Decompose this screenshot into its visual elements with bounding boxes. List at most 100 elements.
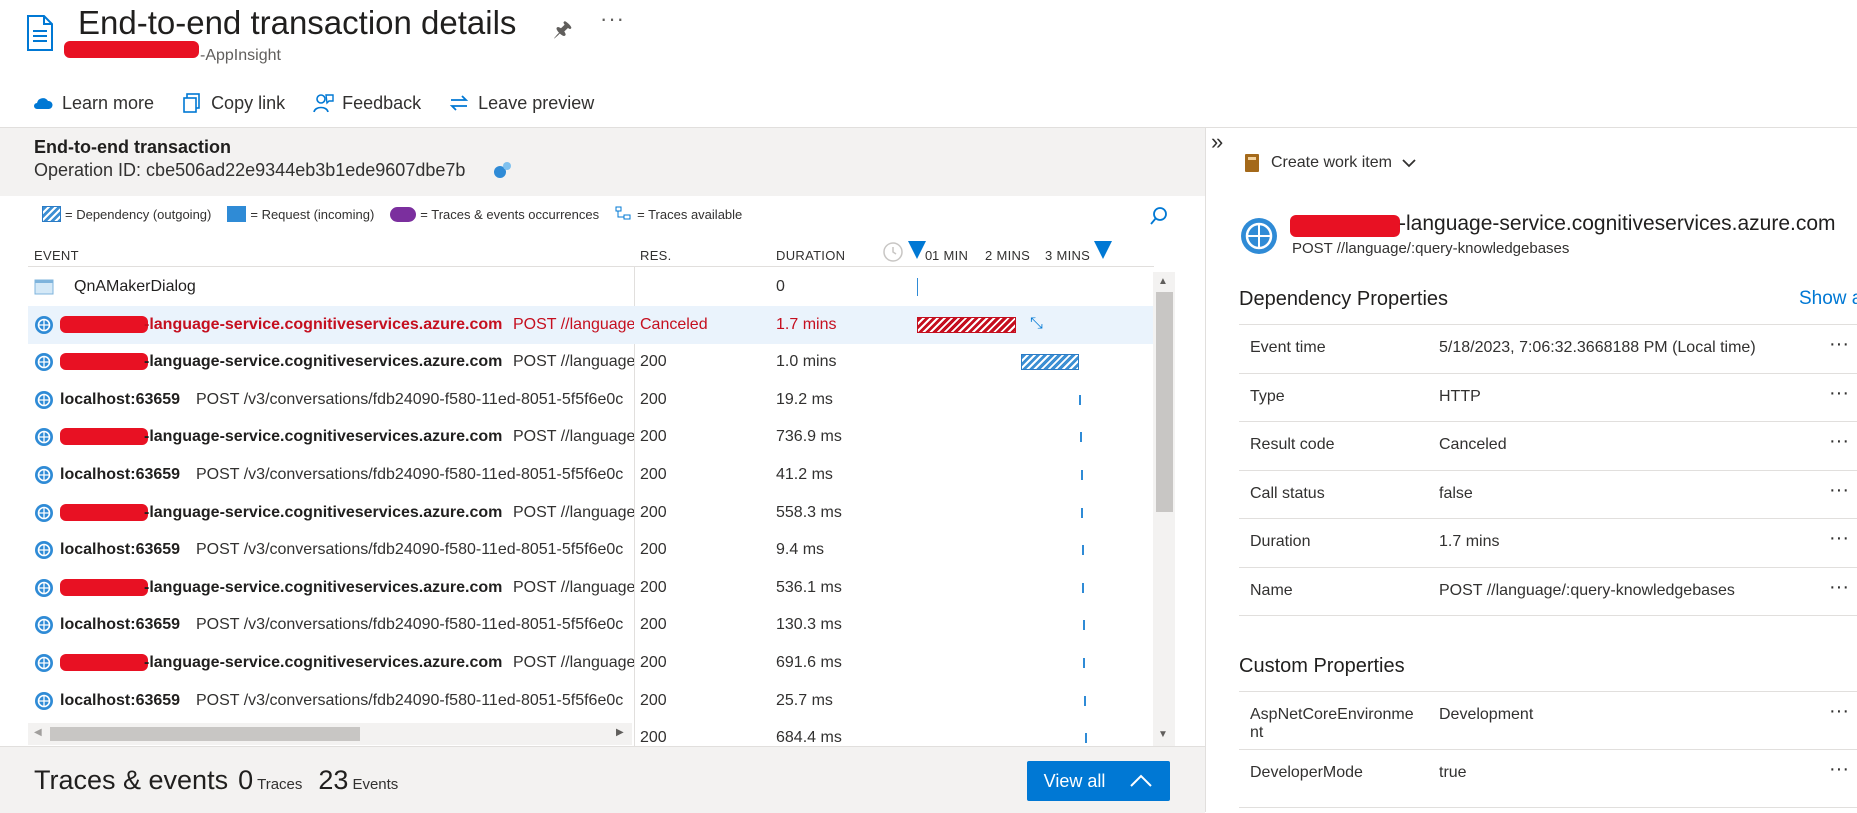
table-row[interactable]: localhost:63659 POST /v3/conversations/fd… <box>28 682 1154 720</box>
dependency-icon <box>35 353 53 371</box>
event-result: 200 <box>640 579 667 596</box>
vertical-scroll-thumb[interactable] <box>1156 292 1173 512</box>
legend-traces-label: = Traces & events occurrences <box>420 206 600 222</box>
table-row[interactable]: localhost:63659 POST /v3/conversations/fd… <box>28 381 1154 419</box>
document-icon <box>27 15 53 51</box>
legend-request-label: = Request (incoming) <box>250 206 375 222</box>
timeline-start-handle[interactable] <box>908 241 926 259</box>
timeline-bar[interactable] <box>917 278 918 296</box>
table-row[interactable]: -language-service.cognitiveservices.azur… <box>28 644 1154 682</box>
timeline-bar[interactable] <box>1080 432 1082 442</box>
app-map-icon[interactable] <box>492 160 512 180</box>
property-row: Type HTTP ··· <box>1239 374 1857 422</box>
property-label: Call status <box>1250 484 1325 502</box>
scroll-down-arrow[interactable]: ▼ <box>1158 729 1168 740</box>
legend-request: = Request (incoming) <box>227 206 374 222</box>
events-count: 23 <box>318 765 349 795</box>
dependency-icon <box>35 579 53 597</box>
property-row: Name POST //language/:query-knowledgebase… <box>1239 568 1857 616</box>
timeline-bar[interactable] <box>1083 620 1085 630</box>
property-row: Event time 5/18/2023, 7:06:32.3668188 PM … <box>1239 325 1857 374</box>
more-options-icon[interactable]: ··· <box>1829 700 1849 723</box>
legend-dependency: = Dependency (outgoing) <box>42 206 211 222</box>
create-work-item-button[interactable]: Create work item <box>1243 153 1416 173</box>
timeline-bar[interactable] <box>1081 470 1083 480</box>
feedback-label: Feedback <box>342 92 422 113</box>
event-duration: 1.0 mins <box>776 353 837 370</box>
feedback-button[interactable]: Feedback <box>312 92 421 114</box>
event-detail: POST //language <box>513 428 634 445</box>
dependency-icon <box>35 654 53 672</box>
legend-traces-available-label: = Traces available <box>637 206 743 222</box>
custom-properties-heading: Custom Properties <box>1239 655 1405 677</box>
timeline-bar[interactable] <box>1079 395 1081 405</box>
timeline-end-handle[interactable] <box>1094 241 1112 259</box>
more-options-icon[interactable]: ··· <box>1829 333 1849 356</box>
view-all-button[interactable]: View all <box>1027 761 1170 801</box>
event-result: 200 <box>640 692 667 709</box>
scroll-left-arrow[interactable]: ◀ <box>34 727 42 738</box>
dependency-name: -language-service.cognitiveservices.azur… <box>1399 212 1836 235</box>
history-icon[interactable] <box>882 241 904 268</box>
event-duration: 558.3 ms <box>776 504 842 521</box>
table-row[interactable]: -language-service.cognitiveservices.azur… <box>28 569 1154 607</box>
learn-more-button[interactable]: Learn more <box>32 92 154 114</box>
table-row[interactable]: -language-service.cognitiveservices.azur… <box>28 494 1154 532</box>
more-options-icon[interactable]: ··· <box>1829 576 1849 599</box>
redacted-mark <box>60 428 148 445</box>
event-name: -language-service.cognitiveservices.azur… <box>144 504 503 521</box>
dependency-icon <box>35 391 53 409</box>
column-duration[interactable]: DURATION <box>776 248 845 263</box>
timeline-bar[interactable] <box>1083 658 1085 668</box>
timeline-bar[interactable] <box>1081 508 1083 518</box>
table-row[interactable]: localhost:63659 POST /v3/conversations/fd… <box>28 456 1154 494</box>
search-icon[interactable] <box>1149 206 1169 231</box>
column-res[interactable]: RES. <box>640 248 672 263</box>
timeline-bar[interactable] <box>1084 696 1086 706</box>
table-row[interactable]: localhost:63659 POST /v3/conversations/fd… <box>28 531 1154 569</box>
timeline-bar[interactable] <box>1082 583 1084 593</box>
redacted-mark <box>60 504 148 521</box>
timeline-bar[interactable] <box>917 317 1016 333</box>
page-title: End-to-end transaction details <box>78 4 517 41</box>
redacted-mark <box>1290 215 1400 237</box>
event-detail: POST /v3/conversations/fdb24090-f580-11e… <box>196 616 624 633</box>
copy-link-button[interactable]: Copy link <box>181 92 285 114</box>
scroll-right-arrow[interactable]: ▶ <box>616 727 624 738</box>
collapse-panel-button[interactable]: » <box>1211 129 1223 155</box>
leave-preview-button[interactable]: Leave preview <box>448 92 594 114</box>
learn-more-label: Learn more <box>62 92 155 113</box>
dependency-icon <box>35 541 53 559</box>
table-row[interactable]: -language-service.cognitiveservices.azur… <box>28 343 1154 381</box>
zoom-to-fit-icon[interactable]: ⤡ <box>1030 315 1043 333</box>
column-event[interactable]: EVENT <box>34 248 79 263</box>
event-duration: 736.9 ms <box>776 428 842 445</box>
timeline-bar[interactable] <box>1021 354 1079 370</box>
table-row[interactable]: localhost:63659 POST /v3/conversations/fd… <box>28 606 1154 644</box>
page-subtitle: -AppInsight <box>200 47 281 64</box>
more-options-icon[interactable]: ··· <box>1829 758 1849 781</box>
more-options-icon[interactable]: ··· <box>1829 527 1849 550</box>
event-duration: 0 <box>776 278 785 295</box>
pin-icon[interactable]: 🖈 <box>553 15 572 50</box>
swap-arrows-icon <box>449 95 469 111</box>
copy-icon <box>183 93 200 113</box>
timeline-bar[interactable] <box>1085 733 1087 743</box>
more-options-icon[interactable]: ··· <box>1829 382 1849 405</box>
table-row[interactable]: QnAMakerDialog 0 <box>28 268 1154 306</box>
create-work-item-label: Create work item <box>1271 154 1392 171</box>
table-row[interactable]: -language-service.cognitiveservices.azur… <box>28 418 1154 456</box>
property-value: false <box>1439 484 1473 502</box>
timeline-bar[interactable] <box>1082 545 1084 555</box>
property-label: Duration <box>1250 533 1311 550</box>
tick-1-min: 1 MIN <box>932 248 969 263</box>
event-duration: 1.7 mins <box>776 316 837 333</box>
more-options-icon[interactable]: ··· <box>1829 479 1849 502</box>
horizontal-scroll-thumb[interactable] <box>50 727 360 741</box>
scroll-up-arrow[interactable]: ▲ <box>1158 276 1168 287</box>
more-options-button[interactable]: ··· <box>600 6 625 32</box>
property-label: AspNetCoreEnvironme nt <box>1250 706 1414 741</box>
legend: = Dependency (outgoing) = Request (incom… <box>42 206 742 222</box>
show-all-link[interactable]: Show a <box>1799 288 1857 310</box>
more-options-icon[interactable]: ··· <box>1829 430 1849 453</box>
